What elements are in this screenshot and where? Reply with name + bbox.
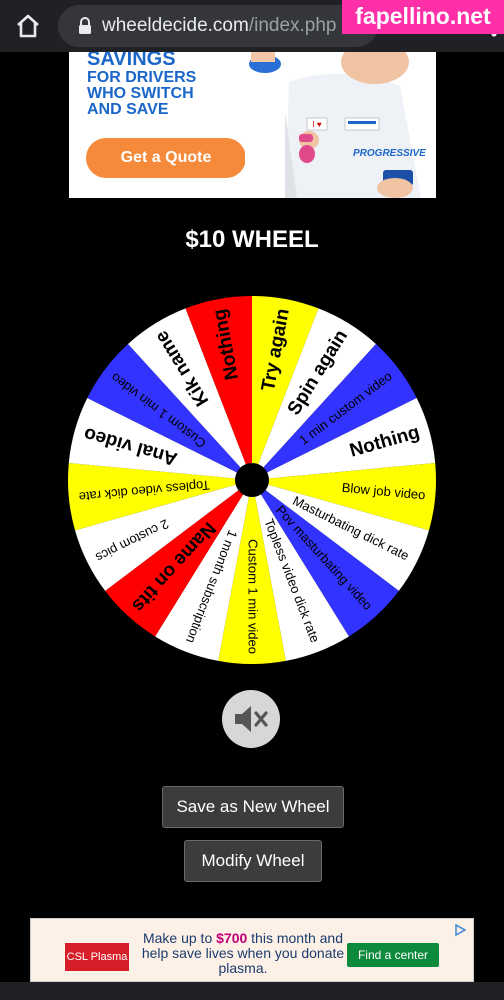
get-quote-button[interactable]: Get a Quote [86,138,246,178]
browser-toolbar: wheeldecide.com/index.php fapellino.net [0,0,504,52]
ad-text-start: Make up to [142,930,217,946]
wheel-segment-label: Custom 1 min video [246,539,261,654]
top-ad-banner[interactable]: SAVINGS FOR DRIVERS WHO SWITCH AND SAVE … [69,52,436,198]
ad-logo: CSL Plasma [65,943,129,971]
find-center-button[interactable]: Find a center [347,943,439,967]
ad-tagline-line: AND SAVE [87,101,169,118]
ad-tagline: FOR DRIVERS WHO SWITCH AND SAVE [87,70,196,118]
system-nav-bar [0,982,504,1000]
mute-button[interactable] [222,690,280,748]
ad-tagline-line: WHO SWITCH [87,85,194,102]
lock-icon [79,17,91,34]
ad-amount: $700 [216,930,248,946]
bottom-ad-banner[interactable]: CSL Plasma Make up to $700 this month an… [30,918,474,982]
address-bar[interactable]: wheeldecide.com/index.php [58,5,378,47]
url-domain: wheeldecide.com [102,15,249,36]
ad-brand-text: PROGRESSIVE [353,148,426,159]
wheel-center-hub [235,463,269,497]
save-as-new-wheel-button[interactable]: Save as New Wheel [162,786,344,828]
ad-text: Make up to $700 this month and help save… [131,931,355,976]
home-icon[interactable] [14,12,42,40]
ad-person-image: I ♥ PROGRESSIVE [245,52,436,198]
svg-text:I ♥: I ♥ [312,120,321,129]
modify-wheel-button[interactable]: Modify Wheel [184,840,322,882]
ad-tagline-line: FOR DRIVERS [87,69,197,86]
url-path: /index.php [248,15,337,36]
watermark: fapellino.net [342,0,504,34]
speaker-muted-icon [235,706,268,732]
wheel-title: $10 WHEEL [185,226,319,253]
adchoices-icon[interactable] [453,923,467,937]
spin-wheel[interactable]: Try againSpin again1 min custom videoNot… [66,294,438,666]
url-text[interactable]: wheeldecide.com/index.php [102,15,337,37]
